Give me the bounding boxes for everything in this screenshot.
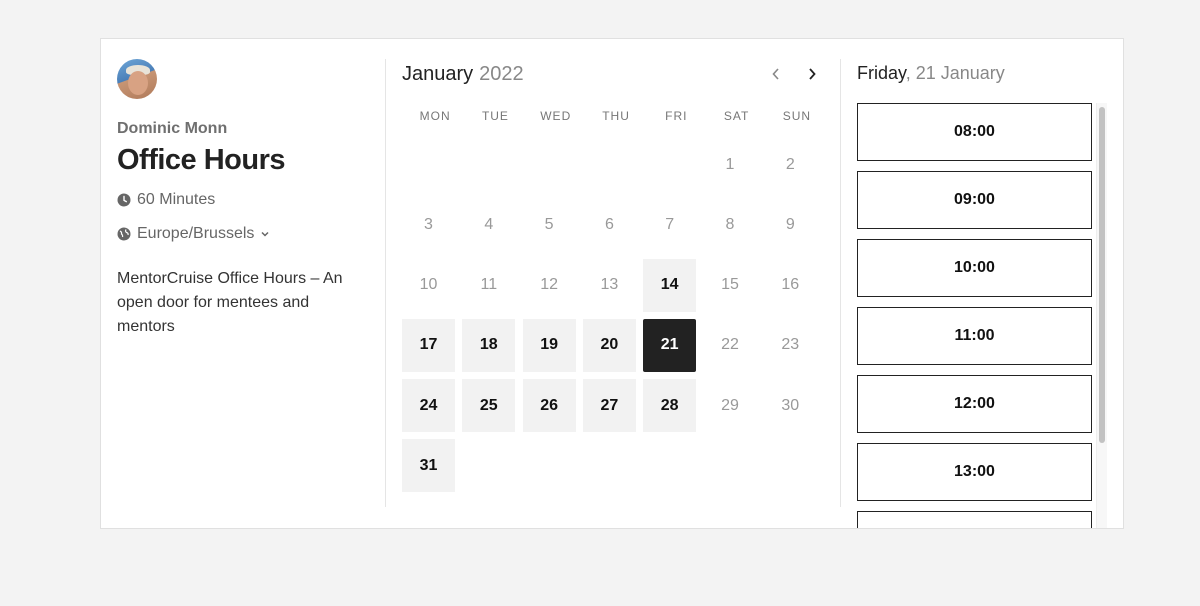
- day-available[interactable]: 25: [462, 379, 516, 433]
- day-disabled: 6: [604, 215, 614, 233]
- day-available[interactable]: 18: [462, 318, 516, 372]
- weekday-label: MON: [419, 109, 451, 123]
- weekday-label: TUE: [481, 109, 509, 123]
- time-slots-panel: Friday, 21 January 08:00 09:00 10:00 11:00 1…: [857, 59, 1107, 528]
- day-grid: 1 2 3 4 5 6 7 8 9 10 11 12 13 14 15 16 17 18 19 20 21 22 23 24 2…: [402, 138, 822, 500]
- time-slot-button[interactable]: 14:00: [857, 511, 1092, 528]
- time-slot-button[interactable]: 13:00: [857, 443, 1092, 501]
- divider: [385, 59, 386, 507]
- time-slot-button[interactable]: 08:00: [857, 103, 1092, 161]
- day-available[interactable]: 26: [522, 379, 576, 433]
- chevron-right-icon: [809, 68, 816, 80]
- calendar-nav: [766, 64, 822, 84]
- globe-icon: [117, 227, 131, 241]
- weekday-label: FRI: [665, 109, 688, 123]
- day-available[interactable]: 20: [582, 318, 636, 372]
- scrollbar-thumb[interactable]: [1099, 107, 1105, 443]
- event-description: MentorCruise Office Hours – An open door…: [117, 270, 343, 335]
- day-disabled: 5: [544, 215, 554, 233]
- weekday-header: MON TUE WED THU FRI SAT SUN: [402, 109, 822, 123]
- timezone-selector[interactable]: Europe/Brussels: [117, 225, 367, 243]
- day-disabled: 9: [785, 215, 795, 233]
- weekday-label: WED: [540, 109, 572, 123]
- day-available[interactable]: 19: [522, 318, 576, 372]
- divider: [840, 59, 841, 507]
- selected-date: , 21 January: [905, 63, 1005, 83]
- host-name: Dominic Monn: [117, 120, 228, 137]
- day-disabled: 16: [781, 276, 800, 294]
- day-disabled: 3: [424, 215, 433, 233]
- day-available[interactable]: 27: [582, 379, 636, 433]
- empty-cell: [462, 138, 522, 198]
- time-slot-button[interactable]: 11:00: [857, 307, 1092, 365]
- day-disabled: 8: [725, 215, 735, 233]
- time-slot-button[interactable]: 10:00: [857, 239, 1092, 297]
- calendar-month: January: [402, 62, 474, 85]
- scrollbar[interactable]: [1096, 103, 1107, 528]
- selected-date-heading: Friday, 21 January: [857, 59, 1107, 87]
- day-disabled: 7: [665, 215, 675, 233]
- day-disabled: 13: [600, 276, 619, 294]
- day-disabled: 11: [480, 276, 498, 294]
- day-disabled: 4: [484, 215, 494, 233]
- day-disabled: 1: [725, 155, 735, 173]
- day-available[interactable]: 17: [402, 318, 455, 372]
- weekday-label: SUN: [782, 109, 812, 123]
- weekday-label: THU: [602, 109, 630, 123]
- event-title: Office Hours: [117, 144, 286, 176]
- calendar: January 2022 MON TUE WED THU FRI SAT SUN 12345…: [402, 59, 822, 500]
- timezone-label: Europe/Brussels: [137, 225, 255, 242]
- time-slot-button[interactable]: 12:00: [857, 375, 1092, 433]
- day-disabled: 23: [781, 336, 800, 354]
- avatar: [117, 59, 157, 99]
- time-slot-button[interactable]: 09:00: [857, 171, 1092, 229]
- time-slot-list: 08:00 09:00 10:00 11:00 12:00 13:00 14:00: [857, 103, 1092, 528]
- day-disabled: 15: [721, 276, 739, 294]
- weekday-label: SAT: [723, 109, 750, 123]
- empty-cell: [523, 138, 583, 198]
- event-duration: 60 Minutes: [117, 191, 367, 209]
- day-disabled: 2: [785, 155, 795, 173]
- selected-weekday: Friday: [857, 63, 906, 83]
- empty-cell: [402, 138, 462, 198]
- day-disabled: 22: [721, 336, 739, 354]
- empty-cell: [583, 138, 643, 198]
- calendar-year: 2022: [479, 62, 524, 85]
- clock-icon: [117, 193, 131, 207]
- prev-month-button[interactable]: [766, 64, 786, 84]
- chevron-down-icon: [261, 231, 269, 237]
- chevron-left-icon: [772, 68, 779, 80]
- next-month-button[interactable]: [802, 64, 822, 84]
- day-disabled: 29: [721, 396, 739, 414]
- empty-cell: [643, 138, 703, 198]
- day-disabled: 30: [781, 396, 800, 414]
- day-available[interactable]: 14: [643, 258, 697, 312]
- day-available[interactable]: 24: [402, 379, 455, 433]
- day-disabled: 10: [419, 276, 438, 294]
- duration-label: 60 Minutes: [137, 191, 216, 208]
- day-selected[interactable]: 21: [643, 318, 697, 372]
- calendar-header: January 2022: [402, 59, 822, 89]
- day-available[interactable]: 28: [643, 379, 697, 433]
- day-available[interactable]: 31: [402, 439, 455, 493]
- event-info-panel: Dominic Monn Office Hours 60 Minutes Eur…: [117, 59, 367, 339]
- day-disabled: 12: [540, 276, 558, 294]
- booking-card: Dominic Monn Office Hours 60 Minutes Eur…: [100, 38, 1124, 529]
